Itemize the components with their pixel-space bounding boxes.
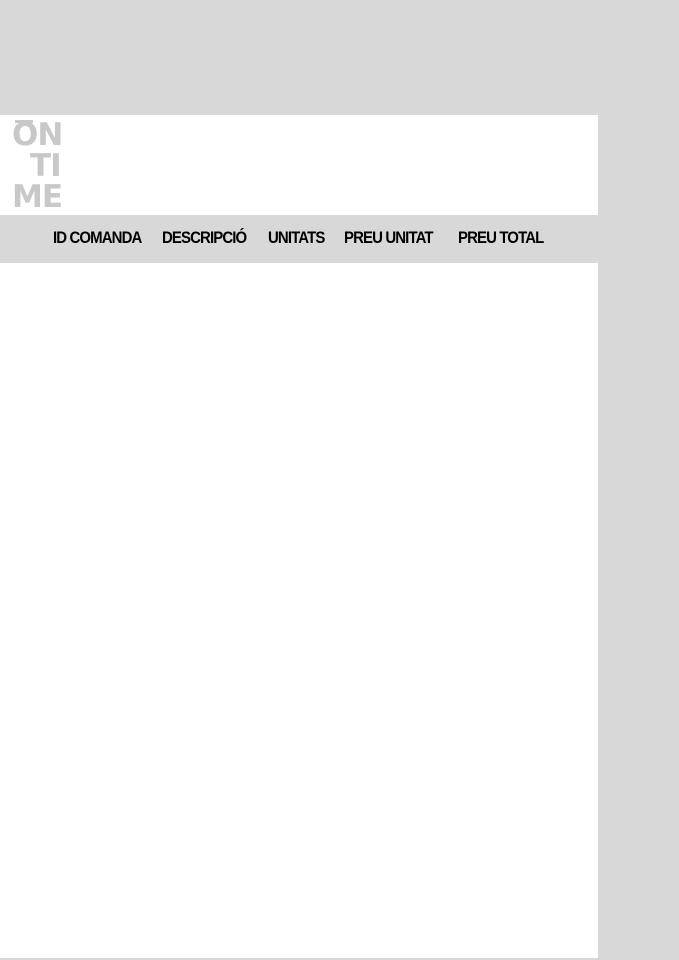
ontime-logo: ON TI ME — [12, 120, 72, 215]
header-preu-unitat: PREU UNITAT — [344, 228, 434, 247]
header-unitats: UNITATS — [268, 228, 325, 247]
header-descripcio: DESCRIPCIÓ — [162, 228, 247, 247]
logo-macron — [15, 120, 33, 123]
invoice-sheet: ON TI ME ID COMANDA DESCRIPCIÓ UNITATS P… — [0, 115, 598, 958]
table-header: ID COMANDA DESCRIPCIÓ UNITATS PREU UNITA… — [0, 215, 598, 263]
header-id-comanda: ID COMANDA — [53, 228, 142, 247]
logo-line-2: TI — [30, 148, 62, 184]
logo-line-1: ON — [12, 117, 63, 153]
header-preu-total: PREU TOTAL — [458, 228, 544, 247]
logo-line-3: ME — [12, 179, 63, 215]
